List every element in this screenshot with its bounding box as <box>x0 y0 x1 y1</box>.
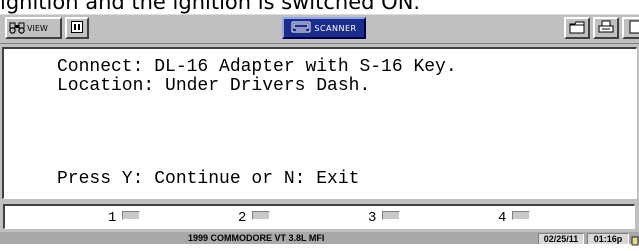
function-key-label: 1 <box>108 210 117 226</box>
print-button[interactable] <box>593 17 619 39</box>
instruction-location: Location: Under Drivers Dash. <box>57 76 371 96</box>
status-date: 02/25/11 <box>538 233 584 244</box>
function-key-indicator <box>252 210 271 220</box>
function-key-1[interactable]: 1 <box>108 209 141 227</box>
function-key-panel: 1 2 3 4 <box>3 204 635 229</box>
instruction-connect: Connect: DL-16 Adapter with S-16 Key. <box>57 57 457 77</box>
function-key-2[interactable]: 2 <box>238 209 271 227</box>
toolbar: VIEW SCANNER <box>0 14 639 44</box>
save-button[interactable] <box>622 17 639 39</box>
function-key-indicator <box>512 210 531 220</box>
binoculars-icon <box>9 21 25 36</box>
function-key-label: 3 <box>368 210 377 226</box>
status-time: 01:16p <box>587 233 629 244</box>
folder-button[interactable] <box>564 17 590 39</box>
status-bar: 1999 COMMODORE VT 3.8L MFI 02/25/11 01:1… <box>0 232 639 246</box>
function-key-label: 4 <box>498 210 507 226</box>
function-key-row: 1 2 3 4 <box>0 202 639 232</box>
scanner-display-frame: Connect: DL-16 Adapter with S-16 Key. Lo… <box>0 44 639 202</box>
folder-icon <box>569 21 585 36</box>
view-label: VIEW <box>27 23 48 33</box>
scanner-button[interactable]: SCANNER <box>282 17 366 39</box>
scanner-display: Connect: DL-16 Adapter with S-16 Key. Lo… <box>2 47 637 199</box>
pause-icon <box>71 21 83 35</box>
pause-button[interactable] <box>65 17 89 39</box>
function-key-4[interactable]: 4 <box>498 209 531 227</box>
connection-icon <box>631 232 639 246</box>
function-key-3[interactable]: 3 <box>368 209 401 227</box>
printer-icon <box>598 20 614 36</box>
function-key-label: 2 <box>238 210 247 226</box>
view-button[interactable]: VIEW <box>5 17 62 39</box>
scanner-label: SCANNER <box>314 23 357 33</box>
function-key-indicator <box>122 210 141 220</box>
function-key-indicator <box>382 210 401 220</box>
instruction-prompt: Press Y: Continue or N: Exit <box>57 169 360 189</box>
page-caption: ignition and the ignition is switched ON… <box>0 0 421 14</box>
scanner-icon <box>291 21 311 35</box>
document-icon <box>629 20 639 36</box>
vehicle-description: 1999 COMMODORE VT 3.8L MFI <box>188 233 325 243</box>
